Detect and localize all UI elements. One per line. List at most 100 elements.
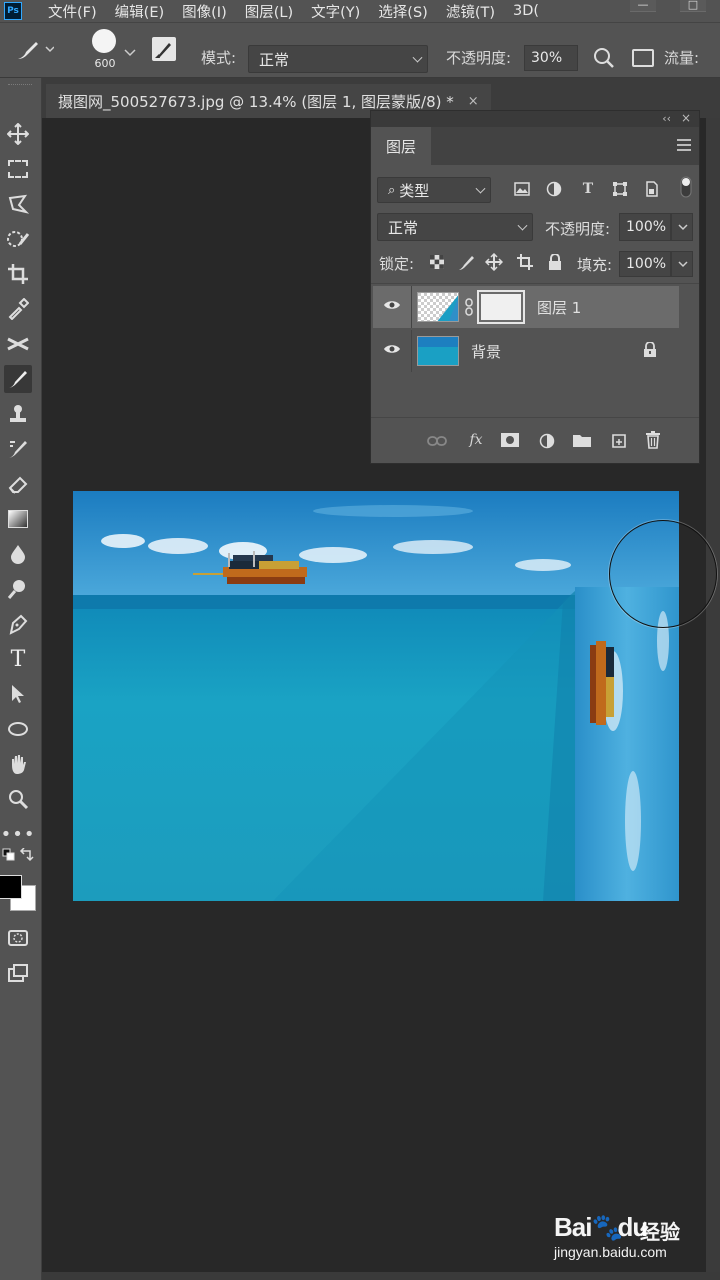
layer-style-fx-icon[interactable]: fx (465, 430, 487, 450)
mode-dropdown[interactable]: 正常 (248, 45, 428, 73)
filter-type-layers-icon[interactable]: T (579, 179, 597, 199)
brush-panel-toggle-icon[interactable] (152, 37, 176, 61)
minimize-button[interactable]: — (630, 0, 656, 12)
move-tool-icon[interactable] (4, 120, 32, 148)
opacity-input[interactable]: 30% (524, 45, 578, 71)
foreground-color-swatch[interactable] (0, 875, 22, 899)
blend-mode-value: 正常 (388, 218, 419, 237)
collapse-panel-icon[interactable]: ‹‹ (662, 112, 671, 125)
layer-row-layer-1[interactable]: 图层 1 (373, 286, 679, 328)
menu-file[interactable]: 文件(F) (48, 1, 97, 22)
tablet-pressure-icon[interactable] (632, 49, 654, 67)
layer-opacity-input[interactable]: 100% (619, 213, 671, 241)
hand-tool-icon[interactable] (4, 750, 32, 778)
right-dock-edge (706, 118, 720, 1280)
menu-edit[interactable]: 编辑(E) (115, 1, 164, 22)
lock-all-icon[interactable] (547, 253, 563, 271)
more-tools-icon[interactable]: ••• (1, 820, 35, 848)
menu-image[interactable]: 图像(I) (182, 1, 227, 22)
brush-picker-chevron-icon[interactable] (124, 45, 136, 61)
quick-mask-icon[interactable] (4, 924, 32, 952)
menu-layer[interactable]: 图层(L) (245, 1, 293, 22)
search-icon: ⌕ (388, 182, 396, 198)
ellipse-tool-icon[interactable] (4, 715, 32, 743)
brush-size-preview-icon[interactable] (92, 29, 116, 53)
document-image[interactable] (73, 491, 679, 901)
new-group-folder-icon[interactable] (571, 431, 593, 449)
gradient-tool-icon[interactable] (4, 505, 32, 533)
brush-tool-preset-icon[interactable] (14, 37, 55, 67)
healing-tool-icon[interactable] (4, 330, 32, 358)
flow-label: 流量: (664, 49, 700, 67)
layer-filter-value: 类型 (399, 181, 430, 200)
layer-mask-thumbnail[interactable] (477, 290, 525, 324)
crop-tool-icon[interactable] (4, 260, 32, 288)
filter-pixel-layers-icon[interactable] (513, 179, 531, 199)
layer-thumbnail[interactable] (417, 336, 459, 366)
menu-3d[interactable]: 3D( (513, 3, 539, 19)
filter-adjustment-layers-icon[interactable] (545, 179, 563, 199)
eyedropper-tool-icon[interactable] (4, 295, 32, 323)
zoom-tool-icon[interactable] (4, 785, 32, 813)
lasso-tool-icon[interactable] (4, 190, 32, 218)
layer-name[interactable]: 背景 (471, 341, 501, 362)
layer-thumbnail[interactable] (417, 292, 459, 322)
layer-opacity-label: 不透明度: (545, 220, 611, 238)
pen-tool-icon[interactable] (4, 610, 32, 638)
mask-link-icon[interactable] (464, 298, 474, 320)
filter-toggle-icon[interactable] (679, 175, 693, 199)
eye-icon[interactable] (383, 343, 401, 359)
layer-opacity-value: 100% (626, 219, 667, 235)
delete-layer-icon[interactable] (643, 430, 663, 450)
maximize-button[interactable]: □ (680, 0, 706, 12)
new-layer-icon[interactable] (609, 431, 629, 449)
blend-mode-dropdown[interactable]: 正常 (377, 213, 533, 241)
filter-smart-objects-icon[interactable] (643, 179, 661, 199)
default-colors-icon[interactable] (2, 848, 16, 862)
new-adjustment-layer-icon[interactable] (537, 431, 557, 451)
watermark-url: jingyan.baidu.com (554, 1244, 667, 1260)
fill-chevron-icon[interactable] (671, 251, 693, 277)
path-selection-tool-icon[interactable] (4, 680, 32, 708)
brush-cursor (609, 520, 717, 628)
photoshop-logo-icon: Ps (4, 2, 22, 20)
fill-input[interactable]: 100% (619, 251, 671, 277)
clone-stamp-tool-icon[interactable] (4, 400, 32, 428)
options-bar: 600 模式: 正常 不透明度: 30% 流量: (0, 22, 720, 78)
lock-position-icon[interactable] (485, 253, 503, 271)
document-tab-title: 摄图网_500527673.jpg @ 13.4% (图层 1, 图层蒙版/8)… (58, 92, 454, 111)
blur-tool-icon[interactable] (4, 540, 32, 568)
panel-menu-icon[interactable] (677, 139, 691, 151)
lock-artboard-icon[interactable] (516, 253, 534, 271)
menu-type[interactable]: 文字(Y) (311, 1, 360, 22)
lock-image-pixels-icon[interactable] (457, 253, 475, 271)
type-tool-icon[interactable]: T (4, 645, 32, 673)
toolbar-grip[interactable] (8, 84, 32, 87)
menu-filter[interactable]: 滤镜(T) (446, 1, 495, 22)
lock-transparent-pixels-icon[interactable] (429, 253, 445, 271)
dodge-tool-icon[interactable] (4, 575, 32, 603)
menu-select[interactable]: 选择(S) (378, 1, 428, 22)
tab-layers[interactable]: 图层 (371, 127, 431, 165)
filter-shape-layers-icon[interactable] (611, 179, 629, 199)
eye-icon[interactable] (383, 299, 401, 315)
swap-colors-icon[interactable] (18, 848, 34, 864)
screen-mode-icon[interactable] (4, 959, 32, 987)
add-mask-icon[interactable] (499, 431, 521, 449)
eraser-tool-icon[interactable] (4, 470, 32, 498)
close-icon[interactable]: × (468, 94, 479, 109)
lock-label: 锁定: (379, 255, 415, 273)
fill-value: 100% (626, 256, 667, 272)
quick-selection-tool-icon[interactable] (4, 225, 32, 253)
layer-name[interactable]: 图层 1 (537, 297, 581, 318)
layers-panel-footer: fx (371, 417, 699, 463)
brush-tool-icon[interactable] (4, 365, 32, 393)
pressure-opacity-icon[interactable] (593, 47, 615, 73)
layer-opacity-chevron-icon[interactable] (671, 213, 693, 241)
link-layers-icon[interactable] (427, 432, 447, 450)
close-panel-icon[interactable]: × (681, 111, 691, 125)
marquee-tool-icon[interactable] (4, 155, 32, 183)
layer-row-background[interactable]: 背景 (373, 330, 679, 372)
layer-filter-dropdown[interactable]: ⌕ 类型 (377, 177, 491, 203)
history-brush-tool-icon[interactable] (4, 435, 32, 463)
